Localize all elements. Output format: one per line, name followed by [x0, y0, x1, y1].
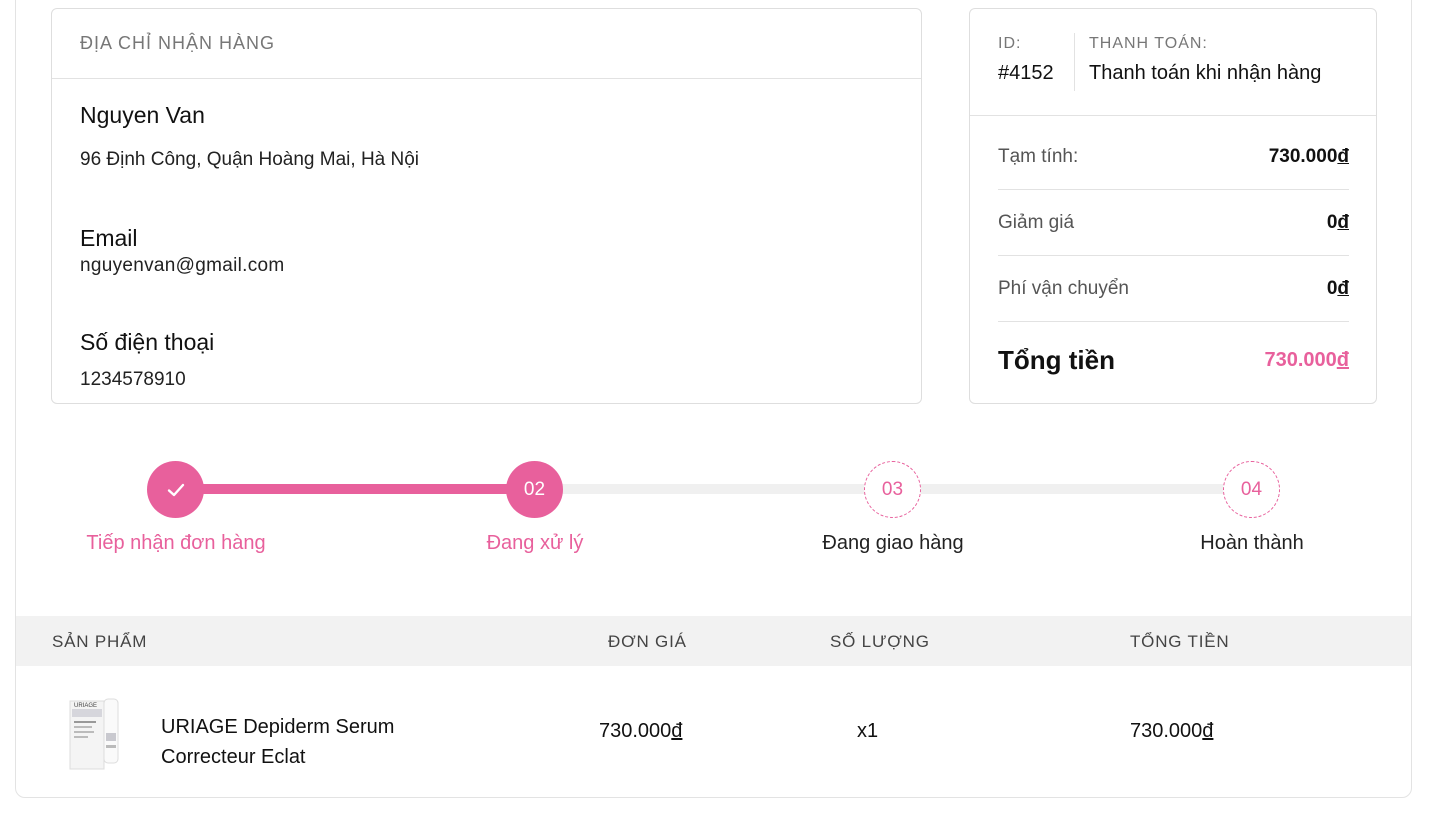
svg-text:URIAGE: URIAGE — [74, 703, 97, 709]
product-name-line1: URIAGE Depiderm Serum — [161, 716, 395, 738]
discount-row: Giảm giá 0đ — [998, 190, 1349, 256]
step-3-label: Đang giao hàng — [822, 532, 964, 554]
order-summary-card: ID: #4152 THANH TOÁN: Thanh toán khi nhậ… — [969, 8, 1377, 404]
grand-total-row: Tổng tiền 730.000đ — [998, 327, 1349, 393]
col-quantity: SỐ LƯỢNG — [830, 632, 930, 651]
subtotal-row: Tạm tính: 730.000đ — [998, 124, 1349, 190]
email-label: Email — [80, 225, 138, 251]
discount-label: Giảm giá — [998, 211, 1075, 233]
order-meta: ID: #4152 THANH TOÁN: Thanh toán khi nhậ… — [970, 9, 1376, 116]
unit-price-cell: 730.000đ — [599, 720, 683, 742]
subtotal-value: 730.000đ — [1268, 145, 1349, 167]
shipping-address-heading: ĐỊA CHỈ NHẬN HÀNG — [52, 9, 921, 79]
step-1-circle — [147, 461, 204, 518]
product-image: URIAGE — [69, 698, 119, 770]
product-name[interactable]: URIAGE Depiderm Serum Correcteur Eclat — [161, 712, 461, 772]
col-total: TỔNG TIỀN — [1130, 632, 1230, 651]
recipient-name: Nguyen Van — [80, 102, 205, 128]
phone-value: 1234578910 — [80, 369, 186, 390]
payment-method: Thanh toán khi nhận hàng — [1089, 62, 1322, 84]
step-1-label: Tiếp nhận đơn hàng — [86, 532, 266, 554]
row-total-cell: 730.000đ — [1130, 720, 1214, 742]
step-2-label: Đang xử lý — [486, 532, 584, 554]
grand-total-label: Tổng tiền — [998, 344, 1115, 375]
step-4-circle: 04 — [1223, 461, 1280, 518]
product-table-header: SẢN PHẨM ĐƠN GIÁ SỐ LƯỢNG TỔNG TIỀN — [16, 616, 1411, 666]
subtotal-label: Tạm tính: — [998, 145, 1079, 167]
progress-track-completed — [175, 484, 535, 494]
address-line: 96 Định Công, Quận Hoàng Mai, Hà Nội — [80, 149, 420, 170]
step-2-circle: 02 — [506, 461, 563, 518]
payment-label: THANH TOÁN: — [1089, 35, 1208, 52]
discount-value: 0đ — [1326, 211, 1349, 233]
phone-label: Số điện thoại — [80, 329, 215, 355]
col-product: SẢN PHẨM — [52, 632, 148, 651]
product-name-line2: Correcteur Eclat — [161, 746, 306, 768]
shipping-fee-row: Phí vận chuyển 0đ — [998, 256, 1349, 322]
order-id-label: ID: — [998, 35, 1022, 52]
col-unit-price: ĐƠN GIÁ — [608, 632, 687, 651]
step-4-label: Hoàn thành — [1200, 532, 1304, 554]
shipping-fee-value: 0đ — [1326, 277, 1349, 299]
shipping-fee-label: Phí vận chuyển — [998, 277, 1129, 299]
divider — [1074, 33, 1075, 91]
quantity-cell: x1 — [857, 720, 879, 742]
order-id: #4152 — [998, 62, 1054, 84]
shipping-address-card: ĐỊA CHỈ NHẬN HÀNG Nguyen Van 96 Định Côn… — [51, 8, 922, 404]
checkmark-icon — [167, 483, 184, 496]
step-3-circle: 03 — [864, 461, 921, 518]
grand-total-value: 730.000đ — [1264, 348, 1349, 371]
email-value: nguyenvan@gmail.com — [80, 255, 285, 276]
